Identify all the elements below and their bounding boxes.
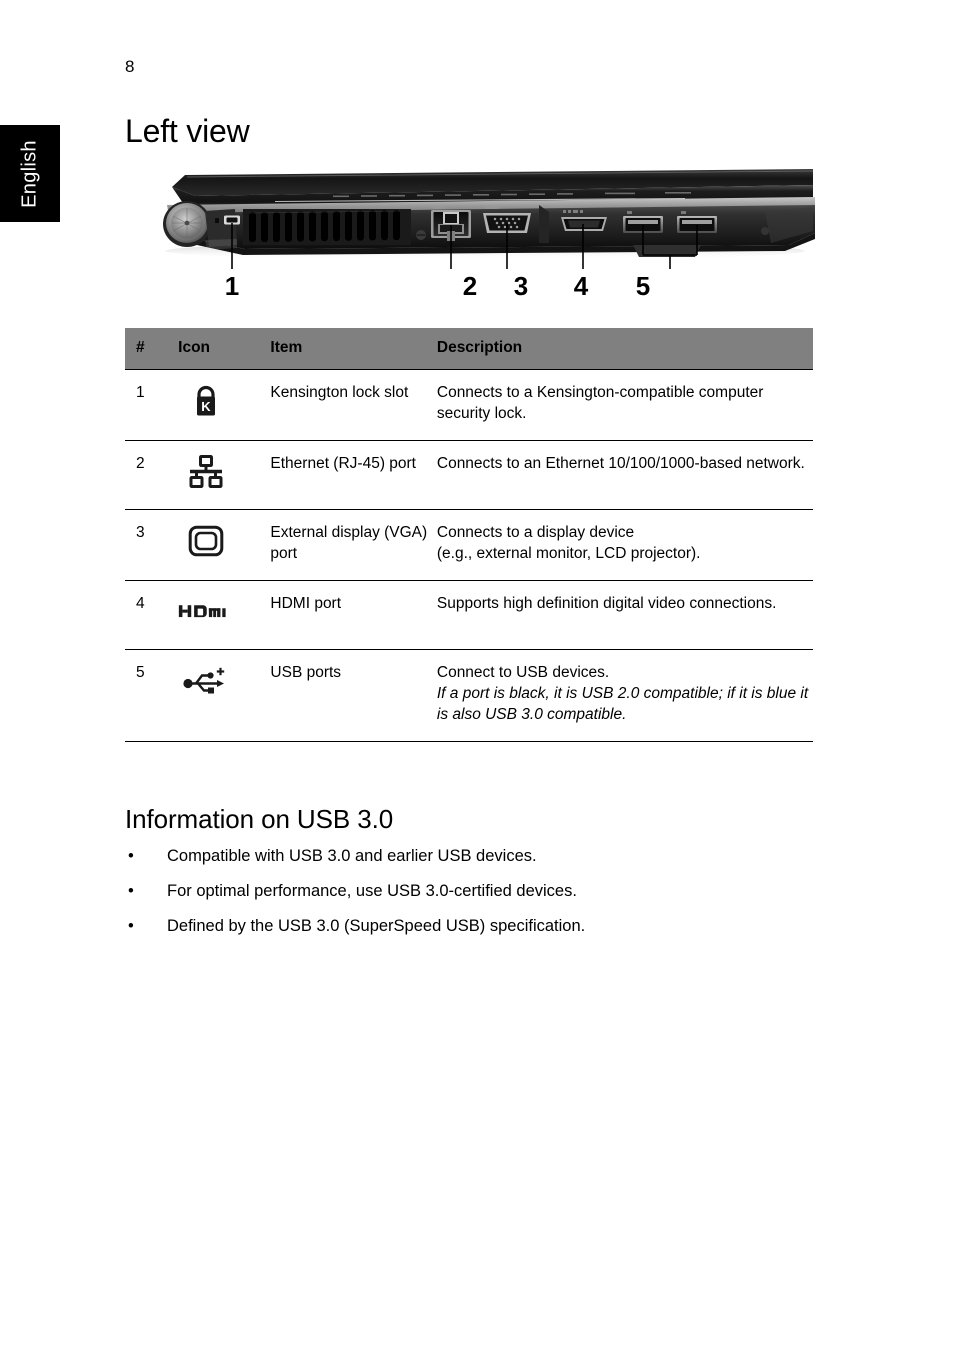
bullet-icon: •: [128, 847, 134, 865]
page-number: 8: [125, 57, 135, 76]
callout-number-4: 4: [574, 271, 589, 301]
row-icon-cell: [178, 649, 271, 742]
table-row: 1 K Kensington lock slot Connects to a K…: [125, 369, 813, 441]
row-icon-cell: [178, 509, 271, 581]
usb-bullet-list: • Compatible with USB 3.0 and earlier US…: [125, 845, 825, 950]
table-row: 2 Ethernet (RJ-45) port Connects to an E…: [125, 440, 813, 510]
language-tab: English: [0, 125, 60, 222]
row-icon-cell: K: [178, 369, 271, 441]
row-description: Connects to an Ethernet 10/100/1000-base…: [436, 440, 813, 510]
row-number: 1: [125, 369, 179, 441]
kensington-lock-icon: K: [178, 380, 234, 422]
hdmi-port-marking: [563, 210, 583, 213]
callout-number-2: 2: [463, 271, 477, 301]
row-description-line: Connects to a display device: [436, 524, 635, 541]
row-description-line: Connects to an Ethernet 10/100/1000-base…: [436, 455, 805, 472]
external-display-vga-icon: [178, 520, 234, 562]
row-item: Kensington lock slot: [270, 369, 437, 441]
laptop-left-side-figure: 1 2 3 4 5: [125, 165, 815, 305]
callout-number-5: 5: [636, 271, 650, 301]
table-header-item: Item: [270, 328, 437, 370]
language-tab-label: English: [18, 139, 41, 208]
row-description-line: Supports high definition digital video c…: [436, 595, 777, 612]
callout-number-3: 3: [514, 271, 528, 301]
table-header-icon: Icon: [178, 328, 271, 370]
row-description-line: (e.g., external monitor, LCD projector).: [436, 545, 701, 562]
row-number: 2: [125, 440, 179, 510]
hdmi-icon: [178, 591, 234, 633]
table-header-number: #: [125, 328, 179, 370]
usb-section-title: Information on USB 3.0: [125, 804, 394, 834]
list-item: • For optimal performance, use USB 3.0-c…: [125, 880, 825, 902]
hinge-center: [184, 220, 190, 226]
row-description: Connects to a display device (e.g., exte…: [436, 509, 813, 581]
row-number: 5: [125, 649, 179, 742]
bullet-icon: •: [128, 882, 134, 900]
row-item: USB ports: [270, 649, 437, 742]
callout-number-1: 1: [225, 271, 239, 301]
row-icon-cell: [178, 440, 271, 510]
port-specification-table: # Icon Item Description 1 K Kensington l…: [125, 328, 813, 742]
row-description-line: Connects to a Kensington-compatible comp…: [436, 384, 764, 422]
table-row: 3 External display (VGA) port Connects t…: [125, 509, 813, 581]
bullet-icon: •: [128, 917, 134, 935]
table-header-description: Description: [436, 328, 813, 370]
table-header-row: # Icon Item Description: [125, 328, 813, 370]
row-description-note: If a port is black, it is USB 2.0 compat…: [436, 685, 809, 723]
callout-numbers: 1 2 3 4 5: [225, 271, 650, 301]
row-item: HDMI port: [270, 580, 437, 650]
table-row: 4 HDMI port Supports high definition dig…: [125, 580, 813, 650]
table-row: 5 USB ports Connect to USB devices. If a…: [125, 649, 813, 742]
page-title: Left view: [125, 113, 250, 149]
list-item: • Compatible with USB 3.0 and earlier US…: [125, 845, 825, 867]
row-icon-cell: [178, 580, 271, 650]
list-item-label: For optimal performance, use USB 3.0-cer…: [167, 882, 577, 900]
cooling-vent-grille: [243, 209, 411, 245]
usb-superspeed-icon: [178, 660, 234, 702]
right-chassis-screw: [761, 227, 769, 235]
ethernet-rj45-icon: [178, 451, 234, 493]
row-description: Connects to a Kensington-compatible comp…: [436, 369, 813, 441]
row-description: Supports high definition digital video c…: [436, 580, 813, 650]
laptop-left-side-illustration: 1 2 3 4 5: [163, 169, 815, 301]
row-number: 3: [125, 509, 179, 581]
list-item-label: Defined by the USB 3.0 (SuperSpeed USB) …: [167, 917, 586, 935]
svg-text:K: K: [201, 399, 211, 414]
list-item: • Defined by the USB 3.0 (SuperSpeed USB…: [125, 915, 825, 937]
row-item: External display (VGA) port: [270, 509, 437, 581]
row-number: 4: [125, 580, 179, 650]
row-description-line: Connect to USB devices.: [436, 664, 610, 681]
row-description: Connect to USB devices. If a port is bla…: [436, 649, 813, 742]
list-item-label: Compatible with USB 3.0 and earlier USB …: [167, 847, 537, 865]
row-item: Ethernet (RJ-45) port: [270, 440, 437, 510]
